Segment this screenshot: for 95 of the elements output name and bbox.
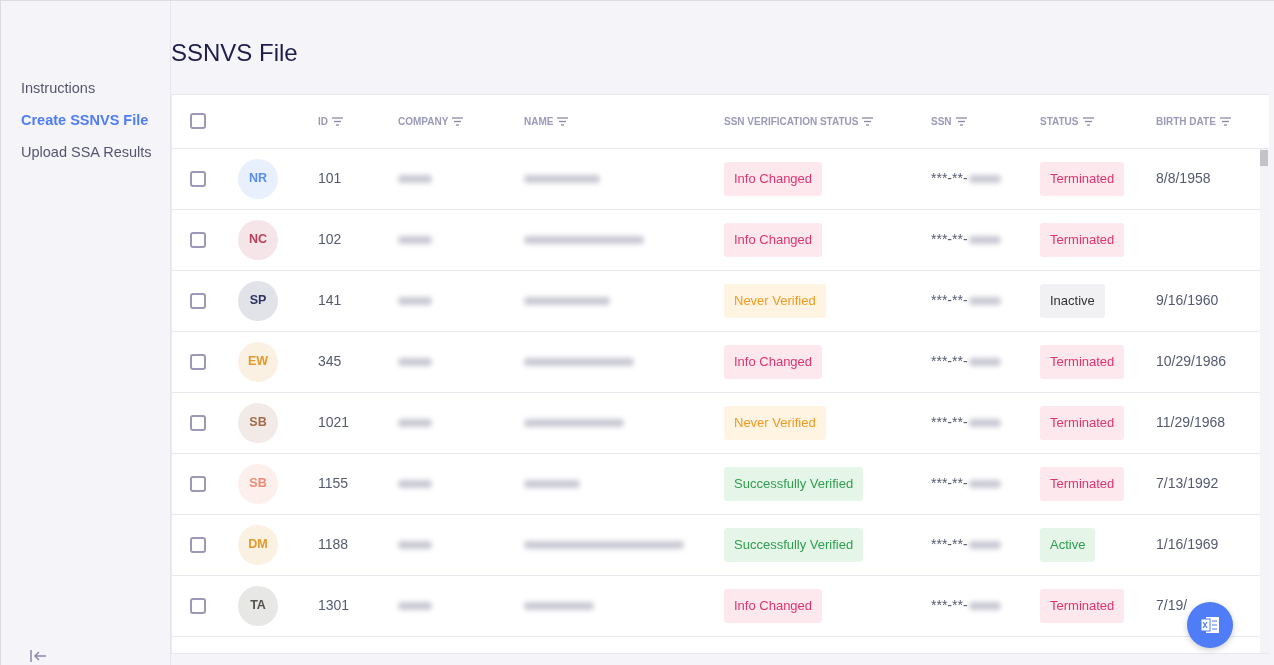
table-cell: 9/16/1960 (1156, 292, 1219, 309)
redacted-text (398, 235, 432, 244)
sidebar-item[interactable]: Instructions (21, 73, 170, 105)
row-checkbox[interactable] (190, 231, 206, 248)
redacted-text (524, 479, 580, 488)
redacted-text (524, 601, 594, 610)
column-header[interactable]: COMPANY (398, 113, 449, 129)
status-tag: Terminated (1040, 162, 1125, 196)
column-header[interactable]: SSN VERIFICATION STATUS (724, 113, 859, 129)
redacted-text (968, 357, 1001, 366)
status-tag: Successfully Verified (724, 467, 864, 501)
table-cell: 101 (318, 170, 342, 187)
status-tag: Successfully Verified (724, 528, 864, 562)
table-cell: 11/29/1968 (1156, 414, 1226, 431)
table-cell: 1301 (318, 597, 350, 614)
redacted-text (398, 357, 432, 366)
avatar: NR (238, 158, 278, 199)
avatar: SB (238, 463, 278, 504)
spreadsheet-icon (1200, 616, 1220, 634)
table-cell: 7/13/1992 (1156, 475, 1219, 492)
status-tag: Never Verified (724, 406, 826, 440)
redacted-text (398, 601, 432, 610)
table-cell: 345 (318, 353, 342, 370)
table-cell-text: ***-**- (931, 474, 968, 494)
avatar: NC (238, 219, 278, 260)
redacted-text (398, 418, 432, 427)
filter-icon[interactable] (1082, 116, 1094, 126)
redacted-text (968, 601, 1001, 610)
redacted-text (398, 479, 432, 488)
redacted-text (968, 479, 1001, 488)
row-checkbox[interactable] (190, 353, 206, 370)
filter-icon[interactable] (862, 116, 874, 126)
column-header[interactable]: SSN (931, 113, 952, 129)
avatar: TA (238, 585, 278, 626)
row-checkbox[interactable] (190, 597, 206, 614)
table-cell-text: ***-**- (931, 230, 968, 250)
avatar: EW (238, 341, 278, 382)
table-cell-text: ***-**- (931, 352, 968, 372)
status-tag: Never Verified (724, 284, 826, 318)
status-tag: Inactive (1040, 284, 1105, 318)
table-cell: 1021 (318, 414, 350, 431)
avatar: SP (238, 280, 278, 321)
status-tag: Terminated (1040, 406, 1125, 440)
filter-icon[interactable] (955, 116, 967, 126)
status-tag: Info Changed (724, 223, 823, 257)
column-header[interactable]: ID (318, 113, 328, 129)
redacted-text (968, 296, 1001, 305)
table-cell: 10/29/1986 (1156, 353, 1227, 370)
table-cell-text: ***-**- (931, 535, 968, 555)
filter-icon[interactable] (557, 116, 569, 126)
table-cell-text: ***-**- (931, 413, 968, 433)
filter-icon[interactable] (1219, 116, 1231, 126)
status-tag: Terminated (1040, 345, 1125, 379)
row-checkbox[interactable] (190, 414, 206, 431)
row-checkbox[interactable] (190, 475, 206, 492)
status-tag: Info Changed (724, 345, 823, 379)
page-title: SSNVS File (171, 39, 299, 68)
redacted-text (968, 418, 1001, 427)
select-all-checkbox[interactable] (190, 113, 206, 130)
table-cell-text: ***-**- (931, 291, 968, 311)
table-cell: 1188 (318, 536, 349, 553)
table-cell-text: ***-**- (931, 169, 968, 189)
table-cell: 7/19/ (1156, 597, 1188, 614)
avatar: SB (238, 402, 278, 443)
filter-icon[interactable] (452, 116, 464, 126)
filter-icon[interactable] (332, 116, 343, 126)
scrollbar-thumb[interactable] (1260, 149, 1268, 166)
redacted-text (398, 296, 432, 305)
row-checkbox[interactable] (190, 536, 206, 553)
status-tag: Info Changed (724, 162, 823, 196)
scrollbar-track[interactable] (1260, 148, 1269, 653)
status-tag: Terminated (1040, 589, 1125, 623)
status-tag: Terminated (1040, 223, 1125, 257)
row-checkbox[interactable] (190, 292, 206, 309)
redacted-text (968, 174, 1001, 183)
redacted-text (398, 540, 432, 549)
sidebar-item[interactable]: Create SSNVS File (21, 104, 170, 137)
table-cell: 102 (318, 231, 342, 248)
table-cell-text: ***-**- (931, 596, 968, 616)
redacted-text (968, 235, 1001, 244)
row-checkbox[interactable] (190, 170, 206, 187)
status-tag: Active (1040, 528, 1096, 562)
table-cell: 1155 (318, 475, 349, 492)
column-header[interactable]: NAME (524, 113, 554, 129)
redacted-text (398, 174, 432, 183)
redacted-text (968, 540, 1001, 549)
column-header[interactable]: STATUS (1040, 113, 1079, 129)
table-cell: 1/16/1969 (1156, 536, 1219, 553)
status-tag: Terminated (1040, 467, 1125, 501)
sidebar-item[interactable]: Upload SSA Results (21, 136, 170, 169)
table-cell: 141 (318, 292, 342, 309)
table-cell: 8/8/1958 (1156, 170, 1211, 187)
status-tag: Info Changed (724, 589, 823, 623)
avatar: DM (238, 524, 278, 565)
column-header[interactable]: BIRTH DATE (1156, 113, 1216, 129)
